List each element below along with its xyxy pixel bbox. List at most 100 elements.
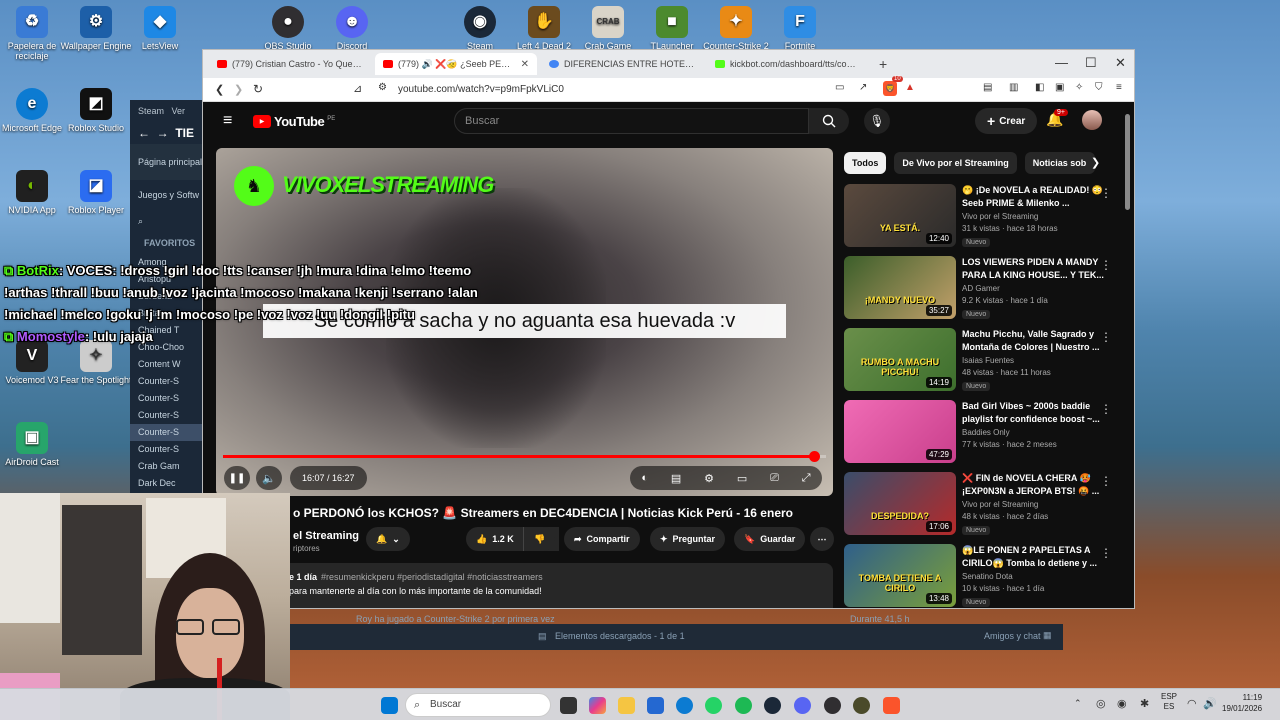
recommendation-item[interactable]: 47:29 Bad Girl Vibes ~ 2000s baddie playl… — [844, 400, 1134, 464]
wifi-icon[interactable]: ◠ — [1187, 697, 1197, 710]
pause-icon[interactable]: ❚❚ — [224, 466, 250, 490]
leo-icon[interactable]: ✧ — [1075, 82, 1083, 93]
ask-button[interactable]: ✦ Preguntar — [650, 527, 726, 551]
brave-shields-icon[interactable]: 🦁 — [883, 81, 897, 96]
counter-strike-taskbar-icon[interactable] — [853, 697, 870, 714]
edge-taskbar-icon[interactable] — [676, 697, 693, 714]
desktop-icon-edge[interactable]: e Microsoft Edge — [0, 88, 68, 133]
bookmark-icon[interactable]: ⊿ — [353, 82, 362, 95]
recommendation-thumbnail[interactable]: ¡MANDY NUEVO 35:27 — [844, 256, 956, 319]
close-tab-icon[interactable]: ✕ — [521, 59, 529, 70]
subscription-bell-button[interactable]: 🔔 ⌄ — [366, 527, 410, 551]
chips-next-icon[interactable]: ❯ — [1091, 156, 1100, 169]
autoplay-toggle-icon[interactable]: ◐ — [641, 472, 648, 484]
microphone-icon[interactable]: 🎙 — [864, 108, 890, 134]
minimize-icon[interactable]: — — [1055, 55, 1068, 70]
steam-game-item[interactable]: Counter-S — [130, 424, 210, 441]
desktop-icon-recycle-bin[interactable]: ♻ Papelera de reciclaje — [0, 6, 68, 61]
steam-game-item[interactable]: Crab Gam — [130, 458, 210, 475]
chip-all[interactable]: Todos — [844, 152, 887, 174]
site-info-icon[interactable]: ⚙ — [378, 82, 387, 93]
steam-taskbar-icon[interactable] — [764, 697, 781, 714]
share-button[interactable]: ➦ Compartir — [564, 527, 640, 551]
more-vert-icon[interactable]: ⋮ — [1100, 186, 1112, 200]
create-button[interactable]: + Crear — [975, 108, 1038, 134]
recommendation-thumbnail[interactable]: DESPEDIDA? 17:06 — [844, 472, 956, 535]
desktop-icon-airdroid-cast[interactable]: ▣ AirDroid Cast — [0, 422, 68, 467]
subtitles-icon[interactable]: ▤ — [671, 472, 681, 485]
share-icon[interactable]: ↗ — [859, 82, 867, 93]
more-vert-icon[interactable]: ⋮ — [1100, 474, 1112, 488]
recommendation-title[interactable]: 🫢 ¡De NOVELA a REALIDAD! 😳 Seeb PRIME & … — [962, 184, 1107, 210]
clock[interactable]: 11:19 19/01/2026 — [1222, 692, 1262, 714]
hamburger-menu-icon[interactable]: ≡ — [223, 112, 232, 130]
desktop-icon-discord[interactable]: ☻ Discord — [316, 6, 388, 51]
steam-friends-icon[interactable]: ▦ — [1043, 630, 1052, 641]
tab-diferencias-hotel[interactable]: DIFERENCIAS ENTRE HOTEL Y HOSTA — [541, 53, 703, 75]
wallet-icon[interactable]: ▣ — [1055, 82, 1064, 93]
whatsapp-icon[interactable] — [705, 697, 722, 714]
desktop-icon-tlauncher[interactable]: ■ TLauncher — [636, 6, 708, 51]
tab-kickbot[interactable]: kickbot.com/dashboard/tts/comman — [707, 53, 869, 75]
youtube-search-input[interactable]: Buscar — [454, 108, 809, 134]
tray-chevron-up-icon[interactable]: ⌃ — [1074, 698, 1082, 709]
progress-bar-track[interactable] — [223, 451, 826, 462]
extensions-icon[interactable]: ◧ — [1035, 82, 1044, 93]
desktop-icon-roblox-player[interactable]: ◪ Roblox Player — [60, 170, 132, 215]
brave-taskbar-icon[interactable] — [883, 697, 900, 714]
steam-game-item[interactable]: Content W — [130, 356, 210, 373]
more-vert-icon[interactable]: ⋮ — [1100, 546, 1112, 560]
save-button[interactable]: 🔖 Guardar — [734, 527, 806, 551]
steam-nav-home[interactable]: Página principal — [130, 144, 210, 180]
tab-seeb-perdono[interactable]: (779) 🔊 ❌🤕 ¿Seeb PERDONÓ✕ — [375, 53, 537, 75]
steam-game-item[interactable]: Counter-S — [130, 441, 210, 458]
more-vert-icon[interactable]: ⋮ — [1100, 330, 1112, 344]
recommendation-title[interactable]: LOS VIEWERS PIDEN A MANDY PARA LA KING H… — [962, 256, 1107, 282]
steam-menu-steam[interactable]: Steam — [138, 106, 164, 116]
brave-rewards-icon[interactable]: ▲ — [905, 82, 915, 93]
recommendation-thumbnail[interactable]: 47:29 — [844, 400, 956, 463]
steam-forward-icon[interactable]: → — [157, 126, 169, 140]
file-explorer-icon[interactable] — [618, 697, 635, 714]
menu-icon[interactable]: ≡ — [1116, 82, 1122, 93]
copilot-icon[interactable] — [589, 697, 606, 714]
recommendation-item[interactable]: TOMBA DETIENE A CIRILO 13:48 😱LE PONEN 2 P… — [844, 544, 1134, 608]
desktop-icon-fortnite[interactable]: F Fortnite — [764, 6, 836, 51]
steam-game-item[interactable]: Counter-S — [130, 390, 210, 407]
new-tab-icon[interactable]: + — [879, 56, 887, 72]
cast-to-tv-icon[interactable]: ⎚ — [770, 472, 779, 485]
cast-icon[interactable]: ▭ — [835, 82, 844, 93]
volume-icon[interactable]: 🔈 — [256, 466, 282, 490]
recommendation-thumbnail[interactable]: RUMBO A MACHU PICCHU! 14:19 — [844, 328, 956, 391]
desktop-icon-roblox-studio[interactable]: ◩ Roblox Studio — [60, 88, 132, 133]
more-vert-icon[interactable]: ⋮ — [1100, 258, 1112, 272]
recommendation-thumbnail[interactable]: TOMBA DETIENE A CIRILO 13:48 — [844, 544, 956, 607]
desktop-icon-crab-game[interactable]: CRAB Crab Game — [572, 6, 644, 51]
dislike-button[interactable]: 👎 — [523, 527, 556, 551]
scrollbar-thumb[interactable] — [1125, 114, 1130, 210]
recommendation-title[interactable]: ❌ FIN de NOVELA CHERA 🥵 ¡EXP0N3N a JEROP… — [962, 472, 1107, 498]
settings-gear-icon[interactable]: ⚙ — [704, 472, 714, 485]
youtube-logo[interactable]: ▶ YouTube PE — [253, 114, 335, 129]
description-box[interactable]: e 1 día #resumenkickperu #periodistadigi… — [216, 563, 833, 608]
desktop-icon-obs[interactable]: ● OBS Studio — [252, 6, 324, 51]
recommendation-item[interactable]: DESPEDIDA? 17:06 ❌ FIN de NOVELA CHERA 🥵 ¡… — [844, 472, 1134, 536]
avatar[interactable] — [1082, 110, 1102, 130]
forward-icon[interactable]: ❯ — [234, 83, 243, 96]
maximize-icon[interactable]: ☐ — [1085, 55, 1097, 71]
tray-eye-icon[interactable]: ◉ — [1117, 697, 1127, 710]
spotify-icon[interactable] — [735, 697, 752, 714]
channel-name[interactable]: el Streaming — [293, 530, 359, 542]
steam-friends-chat[interactable]: Amigos y chat — [984, 631, 1041, 641]
recommendation-title[interactable]: Bad Girl Vibes ~ 2000s baddie playlist f… — [962, 400, 1107, 426]
vpn-icon[interactable]: ⛉ — [1095, 82, 1103, 93]
close-window-icon[interactable]: ✕ — [1115, 55, 1126, 71]
tray-bluetooth-icon[interactable]: ✱ — [1140, 697, 1149, 710]
description-hashtags[interactable]: #resumenkickperu #periodistadigital #not… — [321, 572, 543, 582]
tray-app-icon[interactable]: ◎ — [1096, 697, 1106, 710]
recommendation-title[interactable]: Machu Picchu, Valle Sagrado y Montaña de… — [962, 328, 1107, 354]
recommendation-item[interactable]: YA ESTÁ. 12:40 🫢 ¡De NOVELA a REALIDAD! 😳 … — [844, 184, 1134, 248]
windows-start-icon[interactable] — [381, 697, 398, 714]
more-actions-button[interactable]: ⋯ — [810, 527, 834, 551]
steam-menu-view[interactable]: Ver — [172, 106, 186, 116]
